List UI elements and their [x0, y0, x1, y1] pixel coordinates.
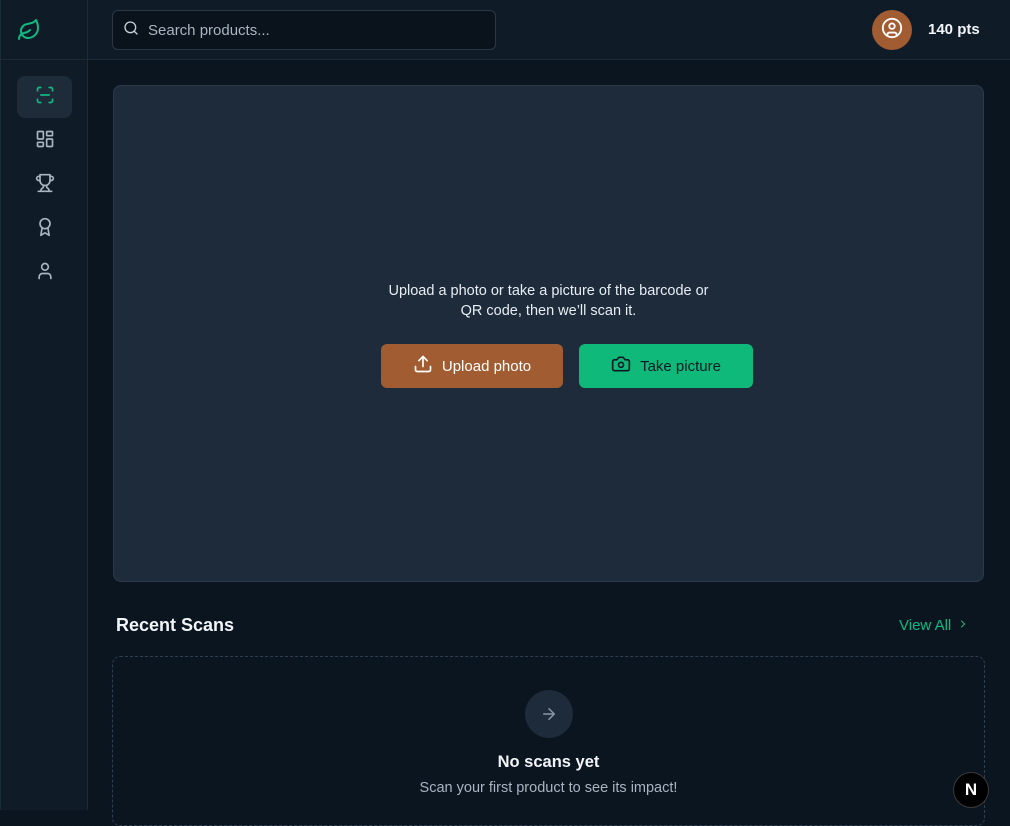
- sidebar: [0, 0, 88, 810]
- dashboard-grid-icon: [35, 129, 55, 154]
- scan-panel: Upload a photo or take a picture of the …: [113, 85, 984, 582]
- arrow-right-icon: [525, 690, 573, 738]
- search-icon: [123, 20, 139, 41]
- trophy-icon: [35, 173, 55, 198]
- empty-state-title: No scans yet: [497, 753, 600, 771]
- upload-photo-button[interactable]: Upload photo: [381, 344, 563, 388]
- dev-indicator-label: N: [964, 780, 978, 799]
- scan-instructions: Upload a photo or take a picture of the …: [114, 281, 983, 321]
- sidebar-item-scan[interactable]: [17, 76, 72, 118]
- camera-icon: [611, 354, 640, 378]
- take-picture-button[interactable]: Take picture: [579, 344, 753, 388]
- points-display: 140 pts: [928, 21, 980, 38]
- take-picture-label: Take picture: [640, 357, 721, 375]
- recent-scans-empty-state: No scans yet Scan your first product to …: [112, 656, 985, 826]
- search-input[interactable]: [148, 21, 468, 39]
- sidebar-item-profile[interactable]: [17, 252, 72, 294]
- sidebar-item-leaderboard[interactable]: [17, 164, 72, 206]
- leaf-icon[interactable]: [17, 18, 41, 42]
- chevron-right-icon: [951, 617, 969, 634]
- scan-instruction-line1: Upload a photo or take a picture of the …: [388, 283, 709, 299]
- user-circle-icon: [881, 17, 903, 44]
- scan-instruction-line2: QR code, then we’ll scan it.: [460, 303, 637, 319]
- sidebar-divider: [1, 59, 88, 60]
- dev-indicator-badge[interactable]: N: [953, 772, 989, 808]
- sidebar-item-dashboard[interactable]: [17, 120, 72, 162]
- empty-state-subtitle: Scan your first product to see its impac…: [419, 780, 678, 796]
- recent-scans-title: Recent Scans: [116, 615, 235, 635]
- search-box[interactable]: [112, 10, 496, 50]
- top-bar: 140 pts: [88, 0, 1010, 60]
- view-all-label: View All: [899, 617, 952, 634]
- user-icon: [35, 261, 55, 286]
- scan-icon: [35, 85, 55, 110]
- award-icon: [35, 217, 55, 242]
- upload-icon: [413, 354, 442, 378]
- upload-photo-label: Upload photo: [441, 357, 532, 375]
- view-all-link[interactable]: View All: [899, 617, 969, 634]
- sidebar-item-badges[interactable]: [17, 208, 72, 250]
- avatar[interactable]: [872, 10, 912, 50]
